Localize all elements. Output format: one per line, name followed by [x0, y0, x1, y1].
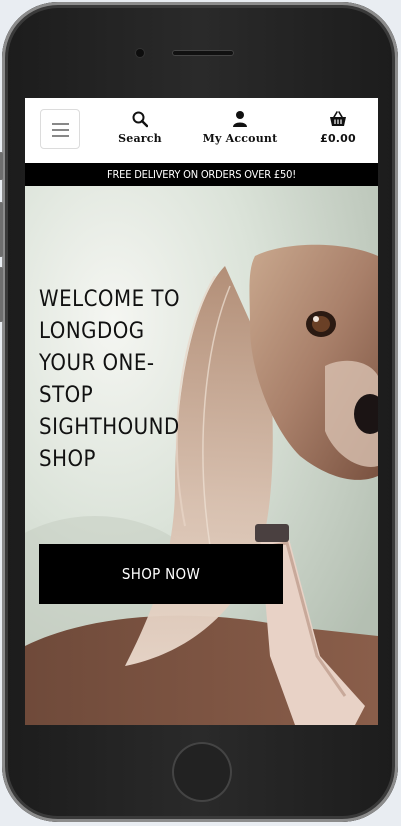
hamburger-icon-line	[52, 129, 69, 131]
earpiece-speaker	[172, 50, 234, 56]
hero-title-line: LONGDOG	[39, 319, 145, 344]
mute-switch	[0, 152, 3, 180]
basket-link[interactable]: £0.00	[315, 110, 361, 145]
screen: Search My Account £0.00 FREE DELIVERY ON…	[25, 98, 378, 725]
front-camera	[136, 49, 144, 57]
basket-icon	[330, 111, 346, 126]
hero-title-line: STOP	[39, 383, 94, 408]
hamburger-icon-line	[52, 135, 69, 137]
account-label: My Account	[202, 132, 278, 145]
search-label: Search	[118, 132, 162, 145]
account-link[interactable]: My Account	[200, 110, 280, 145]
hero-section: WELCOME TO LONGDOG YOUR ONE- STOP SIGHTH…	[25, 186, 378, 725]
shop-now-button[interactable]: SHOP NOW	[39, 544, 283, 604]
basket-total: £0.00	[320, 132, 356, 145]
site-header: Search My Account £0.00	[25, 98, 378, 162]
volume-up-button	[0, 202, 3, 257]
hero-title-line: YOUR ONE-	[39, 351, 155, 376]
hero-title-line: SIGHTHOUND	[39, 415, 180, 440]
delivery-banner: FREE DELIVERY ON ORDERS OVER £50!	[25, 163, 378, 186]
hamburger-icon	[52, 123, 69, 125]
menu-toggle-button[interactable]	[40, 109, 80, 149]
hero-title-line: SHOP	[39, 447, 96, 472]
search-link[interactable]: Search	[115, 110, 165, 145]
hero-title: WELCOME TO LONGDOG YOUR ONE- STOP SIGHTH…	[39, 284, 204, 476]
home-button	[172, 742, 232, 802]
user-icon	[233, 111, 247, 127]
volume-down-button	[0, 267, 3, 322]
search-icon	[132, 111, 148, 128]
hero-title-line: WELCOME TO	[39, 287, 181, 312]
